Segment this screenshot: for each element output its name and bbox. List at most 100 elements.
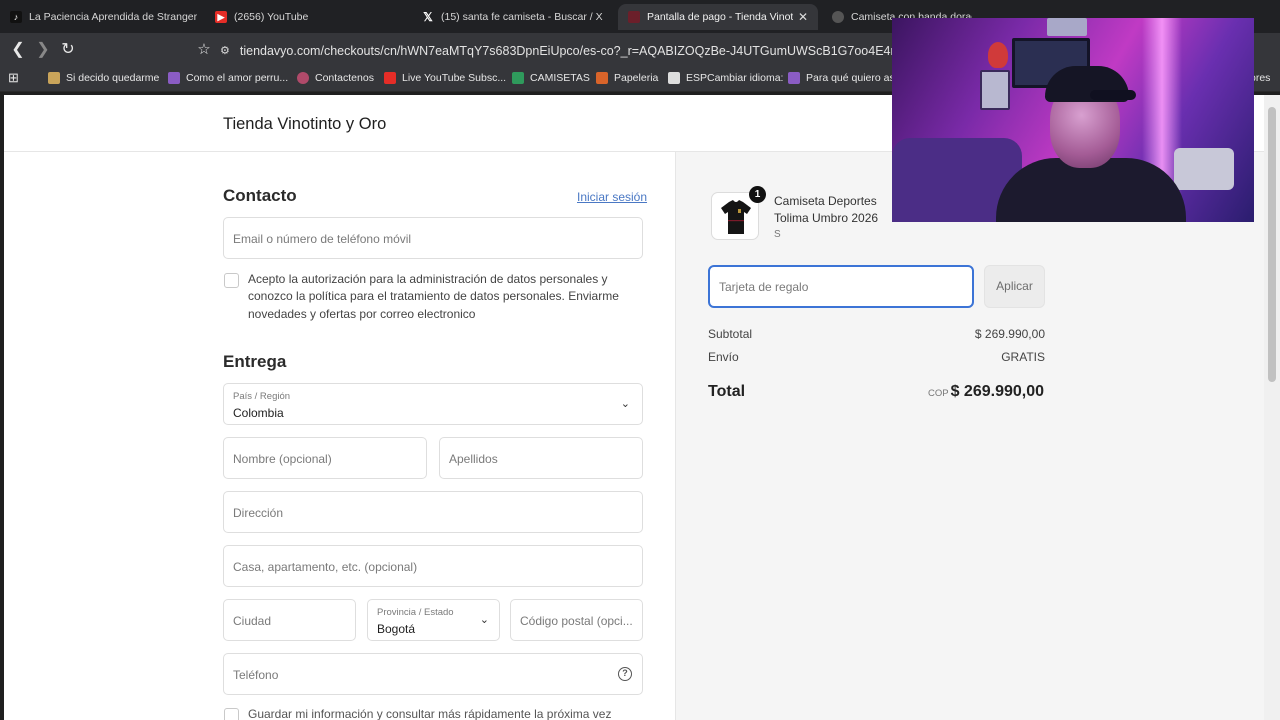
contact-heading: Contacto bbox=[223, 186, 297, 205]
bookmark-item[interactable]: Live YouTube Subsc... bbox=[384, 72, 506, 84]
postal-placeholder: Código postal (opci... bbox=[520, 614, 633, 628]
product-variant: S bbox=[774, 229, 781, 240]
bookmark-label: Si decido quedarme bbox=[66, 72, 160, 84]
province-value: Bogotá bbox=[377, 622, 416, 636]
tab-checkout[interactable]: Pantalla de pago - Tienda Vinotinto y Or… bbox=[618, 4, 818, 30]
bookmark-label: Para qué quiero asp bbox=[806, 72, 901, 84]
address-bar[interactable]: ⚙ tiendavyo.com/checkouts/cn/hWN7eaMTqY7… bbox=[220, 38, 900, 63]
total-value: $ 269.990,00 bbox=[950, 383, 1044, 400]
background-cushion bbox=[1174, 148, 1234, 190]
bookmark-favicon-icon bbox=[788, 72, 800, 84]
globe-icon bbox=[832, 11, 844, 23]
bookmark-item[interactable]: Para qué quiero asp bbox=[788, 72, 901, 84]
tab-title: La Paciencia Aprendida de Stranger Thing… bbox=[29, 11, 200, 23]
cap-brim bbox=[1090, 90, 1136, 100]
reload-icon[interactable]: ↻ bbox=[58, 40, 78, 60]
bookmark-label: CAMISETAS bbox=[530, 72, 590, 84]
youtube-icon bbox=[384, 72, 396, 84]
quantity-badge: 1 bbox=[749, 186, 766, 203]
address-placeholder: Dirección bbox=[233, 506, 284, 520]
total-label: Total bbox=[708, 383, 746, 400]
total-currency: COP bbox=[928, 388, 949, 399]
apartment-placeholder: Casa, apartamento, etc. (opcional) bbox=[233, 560, 418, 574]
forward-arrow-icon[interactable]: ❯ bbox=[33, 40, 53, 60]
apply-button[interactable]: Aplicar bbox=[984, 265, 1045, 308]
first-name-field[interactable]: Nombre (opcional) bbox=[223, 437, 427, 479]
bookmark-item[interactable]: CAMISETAS bbox=[512, 72, 590, 84]
scrollbar-thumb[interactable] bbox=[1268, 107, 1276, 382]
page-scrollbar[interactable] bbox=[1264, 95, 1280, 720]
shipping-row: Envío GRATIS bbox=[708, 350, 1045, 364]
shipping-label: Envío bbox=[708, 350, 739, 364]
bookmark-favicon-icon bbox=[48, 72, 60, 84]
tiktok-icon: ♪ bbox=[10, 11, 22, 23]
email-field[interactable]: Email o número de teléfono móvil bbox=[223, 217, 643, 259]
tab-title: (2656) YouTube bbox=[234, 11, 309, 23]
consent-checkbox[interactable] bbox=[224, 273, 239, 288]
bookmark-favicon-icon bbox=[596, 72, 608, 84]
save-info-text: Guardar mi información y consultar más r… bbox=[248, 707, 612, 720]
city-placeholder: Ciudad bbox=[233, 614, 272, 628]
country-label: País / Región bbox=[233, 391, 291, 402]
wall-sign bbox=[1047, 18, 1087, 36]
bookmark-item[interactable]: ESPCambiar idioma: bbox=[668, 72, 783, 84]
subtotal-label: Subtotal bbox=[708, 327, 753, 341]
consent-text: Acepto la autorización para la administr… bbox=[248, 272, 619, 321]
url-text: tiendavyo.com/checkouts/cn/hWN7eaMTqY7s6… bbox=[239, 43, 900, 58]
apps-grid-icon[interactable]: ⊞ bbox=[8, 70, 19, 86]
country-select[interactable]: País / Región Colombia ⌄ bbox=[223, 383, 643, 425]
tab-tiktok[interactable]: ♪ La Paciencia Aprendida de Stranger Thi… bbox=[0, 4, 200, 30]
province-label: Provincia / Estado bbox=[377, 607, 454, 618]
webcam-overlay bbox=[892, 18, 1254, 222]
bookmark-item[interactable]: Contactenos bbox=[297, 72, 374, 84]
postal-code-field[interactable]: Código postal (opci... bbox=[510, 599, 643, 641]
bookmark-label: Como el amor perru... bbox=[186, 72, 289, 84]
tab-title: Pantalla de pago - Tienda Vinotinto y Or… bbox=[647, 11, 793, 23]
address-field[interactable]: Dirección bbox=[223, 491, 643, 533]
bookmark-favicon-icon bbox=[297, 72, 309, 84]
x-icon: 𝕏 bbox=[422, 10, 434, 24]
bookmark-label: Papeleria bbox=[614, 72, 659, 84]
shipping-value: GRATIS bbox=[1001, 350, 1045, 364]
help-icon[interactable]: ? bbox=[618, 667, 632, 681]
tab-title: (15) santa fe camiseta - Buscar / X bbox=[441, 11, 603, 23]
close-tab-icon[interactable]: ✕ bbox=[798, 10, 808, 24]
bookmark-item[interactable]: Como el amor perru... bbox=[168, 72, 288, 84]
bookmark-label: Contactenos bbox=[315, 72, 374, 84]
country-value: Colombia bbox=[233, 406, 284, 420]
order-summary: 1 Camiseta Deportes Tolima Umbro 2026 S … bbox=[675, 152, 1264, 720]
bookmark-item[interactable]: Papeleria bbox=[596, 72, 658, 84]
apartment-field[interactable]: Casa, apartamento, etc. (opcional) bbox=[223, 545, 643, 587]
save-info-checkbox[interactable] bbox=[224, 708, 239, 720]
tab-x[interactable]: 𝕏 (15) santa fe camiseta - Buscar / X bbox=[412, 4, 612, 30]
bookmark-label: Live YouTube Subsc... bbox=[402, 72, 507, 84]
youtube-icon: ▶ bbox=[215, 11, 227, 23]
last-name-placeholder: Apellidos bbox=[449, 452, 498, 466]
bookmark-favicon-icon bbox=[668, 72, 680, 84]
delivery-heading: Entrega bbox=[223, 352, 287, 371]
email-placeholder: Email o número de teléfono móvil bbox=[233, 232, 412, 246]
bookmark-favicon-icon bbox=[512, 72, 524, 84]
chevron-down-icon: ⌄ bbox=[620, 398, 630, 410]
shirt-image bbox=[721, 200, 751, 234]
store-icon bbox=[628, 11, 640, 23]
login-link[interactable]: Iniciar sesión bbox=[577, 190, 647, 204]
wall-frame bbox=[980, 70, 1010, 110]
phone-field[interactable]: Teléfono ? bbox=[223, 653, 643, 695]
store-name[interactable]: Tienda Vinotinto y Oro bbox=[223, 115, 386, 134]
province-select[interactable]: Provincia / Estado Bogotá ⌄ bbox=[367, 599, 500, 641]
first-name-placeholder: Nombre (opcional) bbox=[233, 452, 332, 466]
subtotal-row: Subtotal $ 269.990,00 bbox=[708, 327, 1045, 341]
bookmark-star-icon[interactable]: ☆ bbox=[194, 40, 214, 60]
back-arrow-icon[interactable]: ❮ bbox=[8, 40, 28, 60]
city-field[interactable]: Ciudad bbox=[223, 599, 356, 641]
chevron-down-icon: ⌄ bbox=[479, 614, 489, 626]
site-info-icon[interactable]: ⚙ bbox=[220, 44, 230, 57]
bookmark-item[interactable]: Si decido quedarme bbox=[48, 72, 159, 84]
subtotal-value: $ 269.990,00 bbox=[974, 327, 1045, 341]
bookmark-favicon-icon bbox=[168, 72, 180, 84]
tab-youtube[interactable]: ▶ (2656) YouTube bbox=[205, 4, 405, 30]
checkout-form: Contacto Iniciar sesión Email o número d… bbox=[4, 152, 675, 720]
last-name-field[interactable]: Apellidos bbox=[439, 437, 643, 479]
gift-card-input[interactable]: Tarjeta de regalo bbox=[708, 265, 974, 308]
